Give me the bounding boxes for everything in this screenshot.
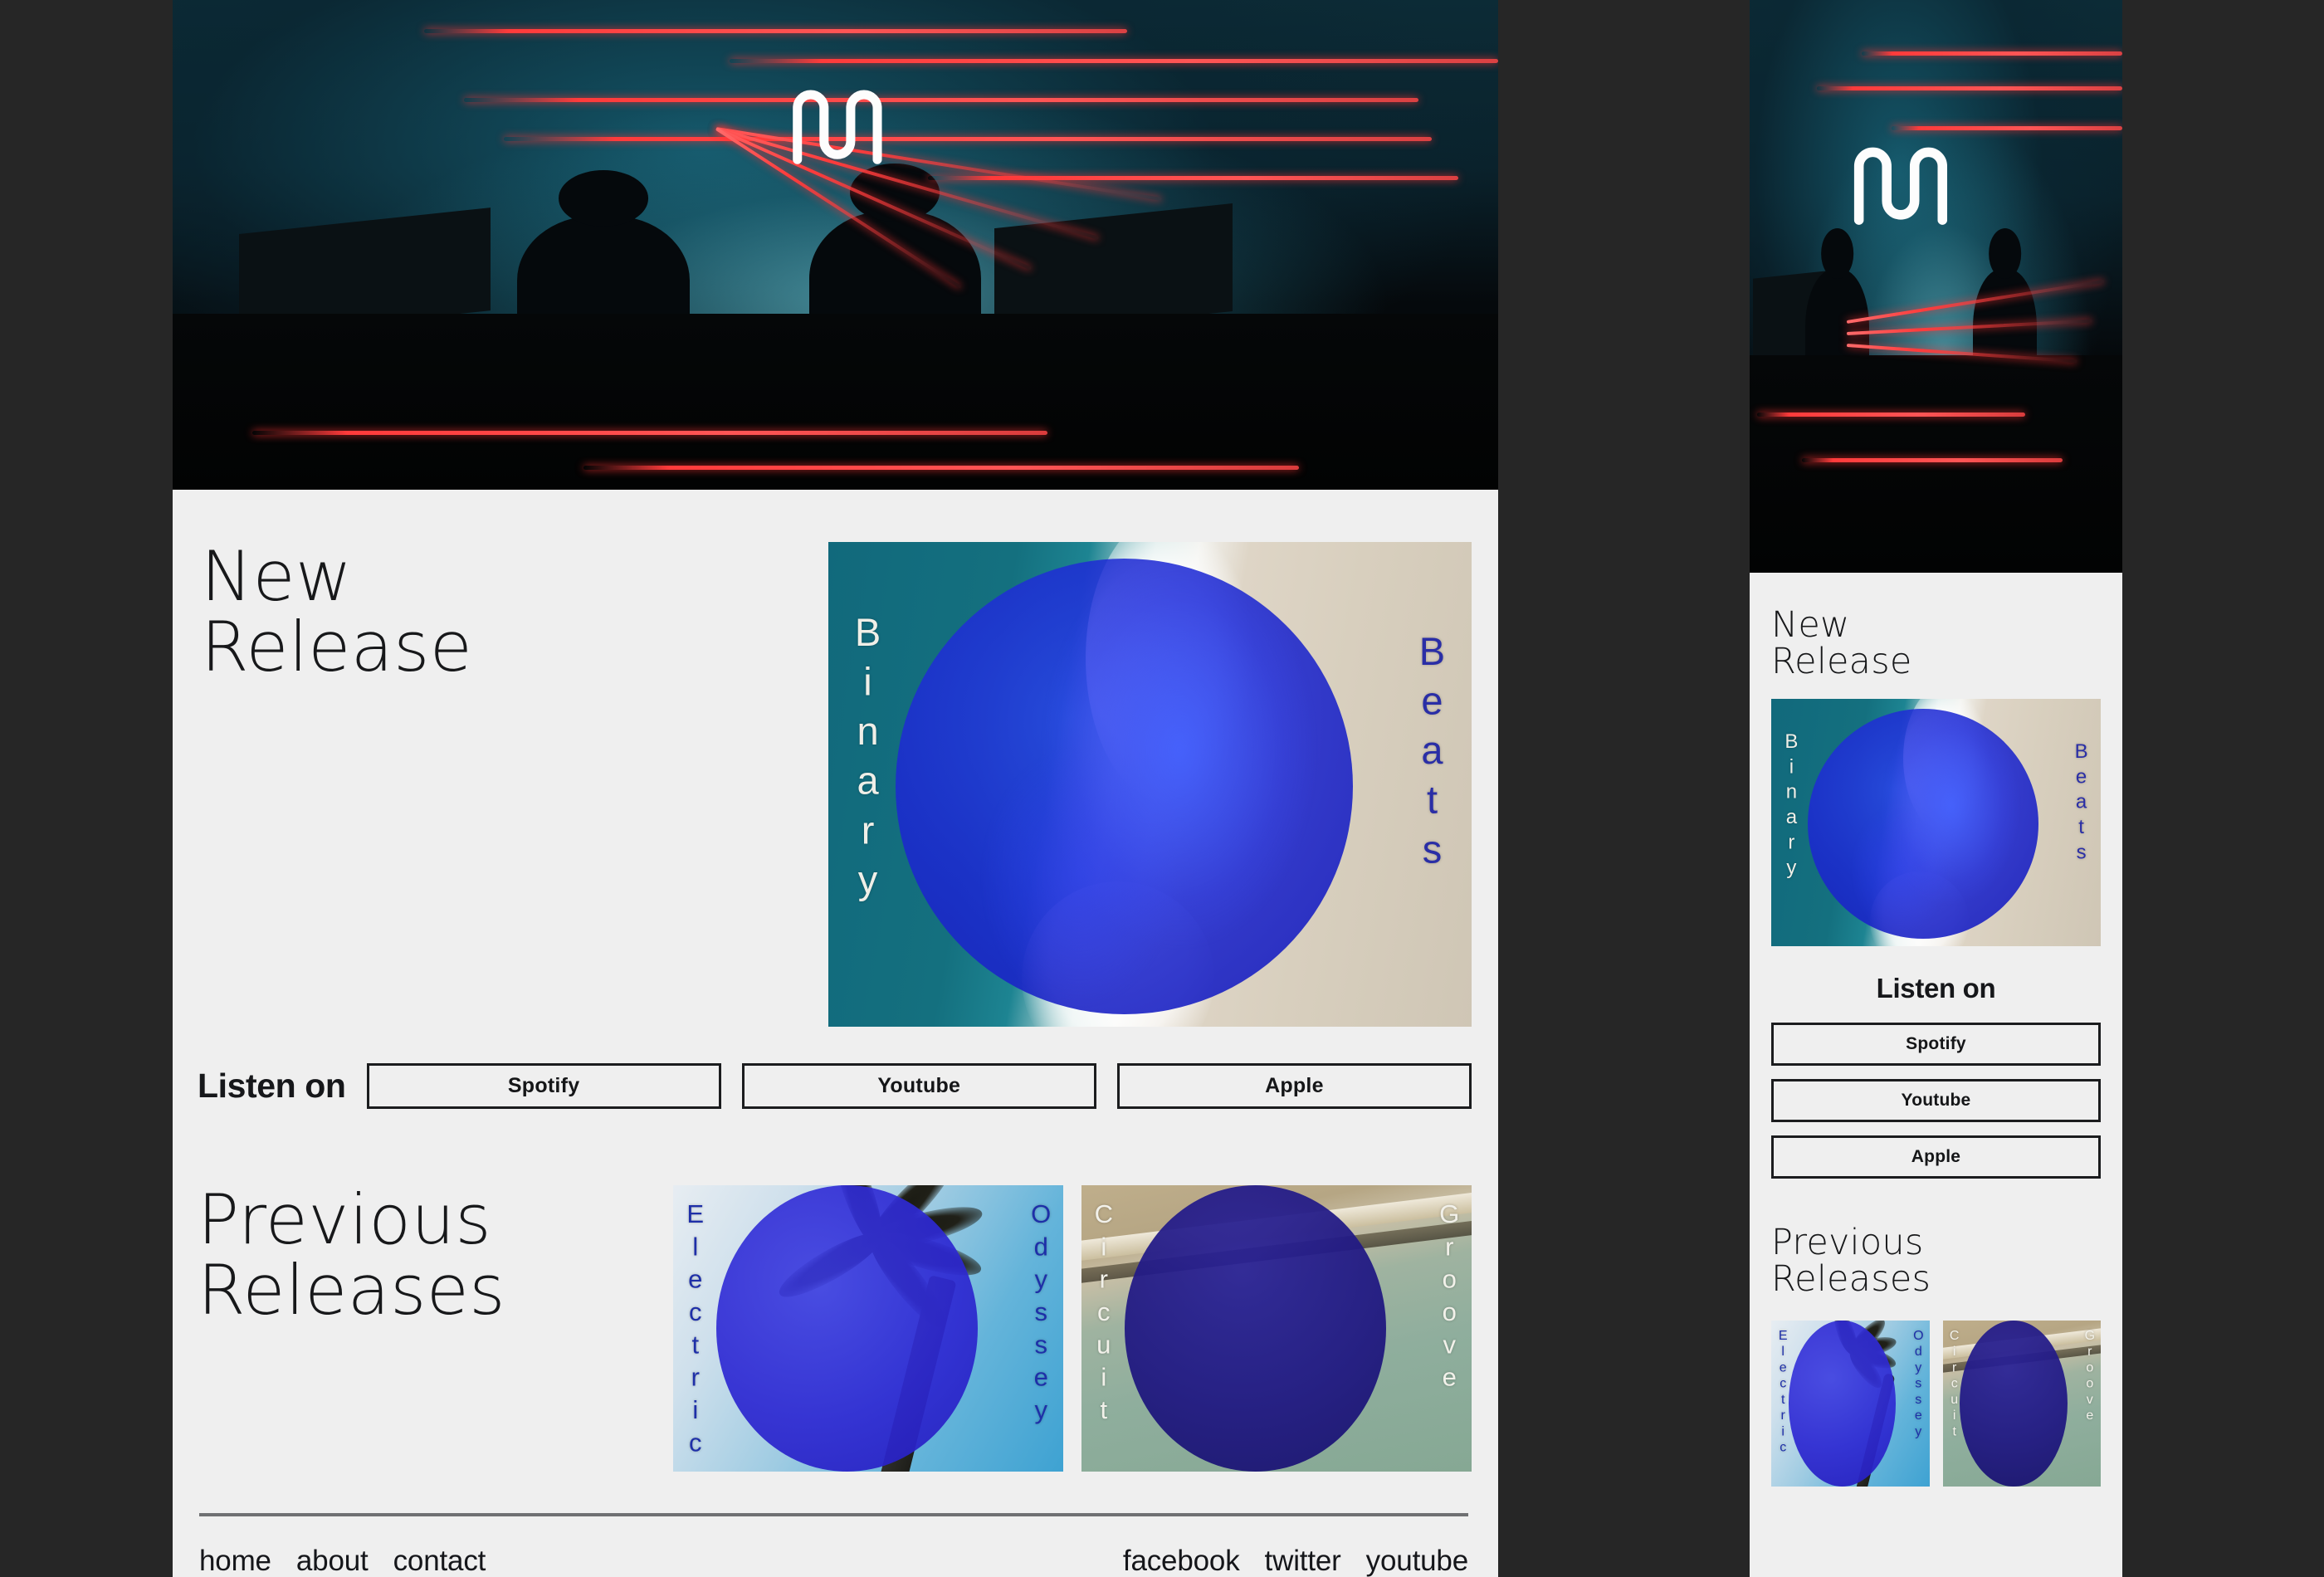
apple-button[interactable]: Apple <box>1771 1135 2101 1179</box>
blue-circle-overlay <box>1125 1185 1386 1472</box>
laser-beam <box>928 176 1458 180</box>
album-cover-circuit-groove[interactable]: Circuit Groove <box>1943 1321 2102 1487</box>
laser-fan-beam <box>1847 320 2092 336</box>
previous-releases-grid: Electric Odyssey Circuit Groove <box>1771 1321 2101 1487</box>
page-title: NewRelease <box>201 542 472 682</box>
previous-heading-line2: Releases <box>1771 1258 1931 1300</box>
listen-on-label: Listen on <box>1771 973 2101 1004</box>
footer-link-contact[interactable]: contact <box>393 1545 486 1577</box>
spotify-button[interactable]: Spotify <box>367 1063 721 1109</box>
listen-on-buttons: Spotify Youtube Apple <box>1771 1023 2101 1179</box>
laser-beam <box>1862 51 2122 56</box>
laser-beam <box>504 137 1432 141</box>
water-swirl <box>1808 709 2038 939</box>
album-cover-binary-beats[interactable]: Binary Beats <box>1771 699 2101 946</box>
cover-title-left: Electric <box>1776 1329 1789 1457</box>
laser-beam <box>1757 413 2025 417</box>
apple-button[interactable]: Apple <box>1117 1063 1472 1109</box>
cover-title-right: Groove <box>1437 1199 1462 1395</box>
mobile-content: NewRelease Binary Beats Listen on Spotif… <box>1750 608 2122 1487</box>
laser-beam <box>1817 86 2122 90</box>
dj-silhouette-right <box>809 211 982 324</box>
screenshot-stage: NewRelease Binary Beats Listen on Spotif… <box>0 0 2324 1577</box>
footer-divider <box>199 1513 1468 1516</box>
desktop-preview-panel: NewRelease Binary Beats Listen on Spotif… <box>173 0 1498 1577</box>
cover-title-right: Odyssey <box>1028 1199 1054 1428</box>
laser-beam <box>1802 458 2063 462</box>
cover-title-right: Beats <box>1413 629 1452 876</box>
hero-banner-mobile <box>1750 0 2122 573</box>
brand-logo-icon <box>1847 132 1951 235</box>
previous-releases-section: PreviousReleases Electric Odyssey <box>194 1185 1477 1472</box>
cover-title-left: Electric <box>682 1199 708 1461</box>
laser-beam <box>1892 126 2122 130</box>
previous-heading-line1: Previous <box>198 1179 491 1260</box>
youtube-button[interactable]: Youtube <box>742 1063 1096 1109</box>
spotify-button[interactable]: Spotify <box>1771 1023 2101 1066</box>
blue-circle-overlay <box>1789 1321 1897 1487</box>
new-release-heading-line1: New <box>201 536 352 617</box>
previous-releases-grid: Electric Odyssey Circuit Groove <box>673 1185 1477 1472</box>
album-cover-binary-beats[interactable]: Binary Beats <box>828 542 1472 1027</box>
cover-title-left: Binary <box>1781 730 1801 881</box>
previous-heading-line2: Releases <box>198 1250 505 1330</box>
footer: home about contact facebook twitter yout… <box>194 1513 1477 1577</box>
cover-title-left: Circuit <box>1091 1199 1116 1428</box>
dj-booth-front <box>173 314 1498 490</box>
youtube-button[interactable]: Youtube <box>1771 1079 2101 1122</box>
cover-title-left: Circuit <box>1947 1329 1960 1441</box>
footer-social-links: facebook twitter youtube <box>1123 1545 1468 1577</box>
laser-beam <box>464 98 1418 102</box>
dj-booth-front <box>1750 355 2122 573</box>
blue-circle-overlay <box>716 1185 978 1472</box>
footer-link-twitter[interactable]: twitter <box>1265 1545 1341 1577</box>
cover-title-right: Odyssey <box>1911 1329 1925 1441</box>
footer-link-home[interactable]: home <box>199 1545 271 1577</box>
desktop-content: NewRelease Binary Beats Listen on Spotif… <box>173 490 1498 1577</box>
footer-link-facebook[interactable]: facebook <box>1123 1545 1240 1577</box>
listen-on-row: Listen on Spotify Youtube Apple <box>198 1063 1477 1109</box>
new-release-heading-line2: Release <box>1771 641 1912 682</box>
blue-circle-overlay <box>1960 1321 2068 1487</box>
dj-silhouette-left <box>517 216 690 324</box>
water-swirl <box>896 559 1352 1014</box>
cover-title-right: Beats <box>2071 740 2091 867</box>
page-title: NewRelease <box>1771 608 2101 681</box>
new-release-heading-line2: Release <box>201 607 472 687</box>
album-cover-circuit-groove[interactable]: Circuit Groove <box>1081 1185 1472 1472</box>
new-release-section: NewRelease Binary Beats <box>194 490 1477 1027</box>
album-cover-electric-odyssey[interactable]: Electric Odyssey <box>1771 1321 1930 1487</box>
new-release-heading-line1: New <box>1771 604 1849 646</box>
hero-banner-desktop <box>173 0 1498 490</box>
footer-link-about[interactable]: about <box>296 1545 369 1577</box>
cover-title-right: Groove <box>2082 1329 2096 1424</box>
laser-beam <box>730 59 1498 63</box>
brand-logo-icon <box>776 83 896 166</box>
laser-beam <box>583 466 1299 470</box>
blue-circle-overlay <box>1808 709 2038 939</box>
laser-beam <box>424 29 1126 33</box>
previous-releases-title: PreviousReleases <box>198 1185 505 1326</box>
previous-releases-title: PreviousReleases <box>1771 1225 2101 1298</box>
dj-silhouette-right <box>1973 269 2036 366</box>
footer-link-youtube[interactable]: youtube <box>1366 1545 1468 1577</box>
cover-title-left: Binary <box>848 610 887 906</box>
footer-nav-links: home about contact <box>199 1545 486 1577</box>
laser-beam <box>252 431 1047 435</box>
album-cover-electric-odyssey[interactable]: Electric Odyssey <box>673 1185 1063 1472</box>
blue-circle-overlay <box>896 559 1352 1014</box>
listen-on-label: Listen on <box>198 1067 346 1106</box>
mobile-preview-panel: NewRelease Binary Beats Listen on Spotif… <box>1750 0 2122 1577</box>
footer-links: home about contact facebook twitter yout… <box>199 1545 1468 1577</box>
previous-heading-line1: Previous <box>1771 1222 1923 1263</box>
